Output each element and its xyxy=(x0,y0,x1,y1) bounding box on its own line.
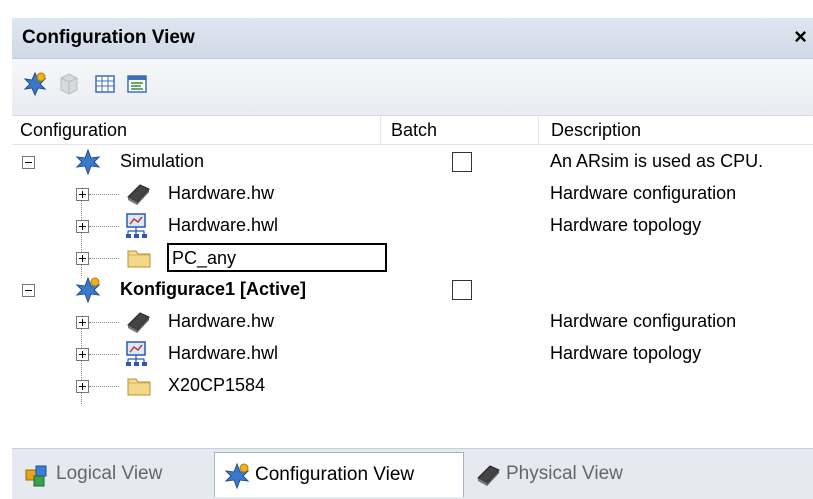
expand-icon[interactable] xyxy=(76,380,89,393)
tree-row-hardware-hwl[interactable]: Hardware.hwl Hardware topology xyxy=(12,338,813,370)
configuration-icon xyxy=(223,462,251,496)
configuration-tree: Simulation An ARsim is used as CPU. Hard… xyxy=(12,146,813,446)
tree-row-pc-any[interactable]: PC_any xyxy=(12,242,813,274)
rename-text: PC_any xyxy=(172,248,237,268)
physical-view-icon xyxy=(474,462,502,494)
tree-row-konfigurace1[interactable]: Konfigurace1 [Active] xyxy=(12,274,813,306)
tree-label: Simulation xyxy=(120,151,205,171)
column-batch[interactable]: Batch xyxy=(381,116,539,144)
tree-label: Hardware.hwl xyxy=(168,343,279,363)
tab-logical-view[interactable]: Logical View xyxy=(16,452,210,496)
table-view-icon[interactable] xyxy=(92,71,118,97)
collapse-icon[interactable] xyxy=(22,156,35,169)
expand-icon[interactable] xyxy=(76,316,89,329)
folder-icon xyxy=(126,374,152,403)
tab-label: Logical View xyxy=(56,463,163,484)
panel-titlebar: Configuration View × xyxy=(12,18,813,59)
disabled-cube-icon[interactable] xyxy=(56,71,82,97)
tab-label: Physical View xyxy=(506,463,623,484)
tree-label: Hardware.hw xyxy=(168,183,275,203)
expand-icon[interactable] xyxy=(76,220,89,233)
logical-view-icon xyxy=(24,462,50,494)
tree-label: Hardware.hwl xyxy=(168,215,279,235)
tree-row-hardware-hwl[interactable]: Hardware.hwl Hardware topology xyxy=(12,210,813,242)
tree-description: Hardware topology xyxy=(550,215,702,235)
tree-connector xyxy=(89,258,119,259)
tree-row-simulation[interactable]: Simulation An ARsim is used as CPU. xyxy=(12,146,813,178)
tree-row-hardware-hw[interactable]: Hardware.hw Hardware configuration xyxy=(12,178,813,210)
topology-icon xyxy=(124,212,150,245)
folder-icon xyxy=(126,246,152,275)
tree-connector xyxy=(89,354,119,355)
activate-configuration-icon[interactable] xyxy=(22,71,48,97)
batch-checkbox[interactable] xyxy=(452,280,472,300)
configuration-icon xyxy=(74,276,102,309)
tab-physical-view[interactable]: Physical View xyxy=(468,452,658,496)
topology-icon xyxy=(124,340,150,373)
configuration-view-panel: Configuration View × Configuration Batch… xyxy=(12,18,813,499)
tree-description: An ARsim is used as CPU. xyxy=(550,151,764,171)
column-header: Configuration Batch Description xyxy=(12,116,813,145)
tree-label: X20CP1584 xyxy=(168,375,266,395)
hardware-icon xyxy=(124,309,152,340)
toolbar xyxy=(12,59,813,116)
hardware-icon xyxy=(124,181,152,212)
tree-description: Hardware configuration xyxy=(550,183,737,203)
configuration-icon xyxy=(74,148,102,181)
batch-checkbox[interactable] xyxy=(452,152,472,172)
panel-title: Configuration View xyxy=(22,27,195,48)
column-description[interactable]: Description xyxy=(539,116,813,144)
close-icon[interactable]: × xyxy=(794,24,807,50)
tree-connector xyxy=(89,194,119,195)
tree-row-hardware-hw[interactable]: Hardware.hw Hardware configuration xyxy=(12,306,813,338)
tree-label: Hardware.hw xyxy=(168,311,275,331)
properties-icon[interactable] xyxy=(124,71,150,97)
view-tabs: Logical View Configuration View Physical… xyxy=(12,448,813,499)
tree-description: Hardware topology xyxy=(550,343,702,363)
column-configuration[interactable]: Configuration xyxy=(12,116,381,144)
tab-configuration-view[interactable]: Configuration View xyxy=(214,452,464,497)
expand-icon[interactable] xyxy=(76,348,89,361)
rename-edit-box[interactable]: PC_any xyxy=(167,243,387,272)
tree-connector xyxy=(89,226,119,227)
tree-label: Konfigurace1 [Active] xyxy=(120,279,307,299)
tree-row-x20cp1584[interactable]: X20CP1584 xyxy=(12,370,813,402)
expand-icon[interactable] xyxy=(76,252,89,265)
tree-connector xyxy=(89,386,119,387)
tree-connector xyxy=(89,322,119,323)
tree-description: Hardware configuration xyxy=(550,311,737,331)
tab-label: Configuration View xyxy=(255,464,415,485)
collapse-icon[interactable] xyxy=(22,284,35,297)
expand-icon[interactable] xyxy=(76,188,89,201)
